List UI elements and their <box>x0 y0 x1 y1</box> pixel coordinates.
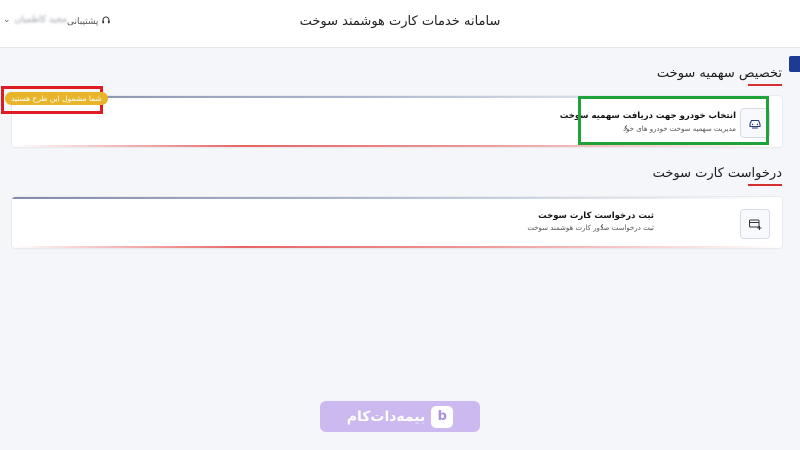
side-menu-toggle[interactable] <box>789 56 800 72</box>
watermark-logo-icon: b <box>431 405 454 428</box>
chevron-left-icon[interactable]: ‹ <box>600 221 604 232</box>
section-title-fuel-quota: تخصیص سهمیه سوخت <box>656 66 782 81</box>
item-title-register-card[interactable]: ثبت درخواست کارت سوخت <box>538 211 654 221</box>
fuel-card-request-card: ثبت درخواست کارت سوخت ثبت درخواست صدور ک… <box>12 197 782 248</box>
watermark-text: بیمه‌دات‌کام <box>346 408 426 425</box>
card-add-icon[interactable] <box>740 209 770 239</box>
card-bottom-line <box>12 246 782 248</box>
card-top-line <box>12 197 782 199</box>
top-header: ⌄ مجید کاظمیان پشتیبانی سامانه خدمات کار… <box>0 0 800 48</box>
app-title: سامانه خدمات کارت هوشمند سوخت <box>299 14 501 29</box>
watermark: بیمه‌دات‌کام b <box>320 401 480 432</box>
section-underline <box>748 184 782 186</box>
section-underline <box>748 84 782 86</box>
eligibility-badge: شما مشمول این طرح هستید <box>5 92 108 105</box>
item-subtitle-card-issue: ثبت درخواست صدور کارت هوشمند سوخت <box>527 224 654 232</box>
section-title-fuel-card-request: درخواست کارت سوخت <box>652 166 782 181</box>
card-bottom-line <box>12 145 782 147</box>
highlight-box-green <box>578 96 769 145</box>
